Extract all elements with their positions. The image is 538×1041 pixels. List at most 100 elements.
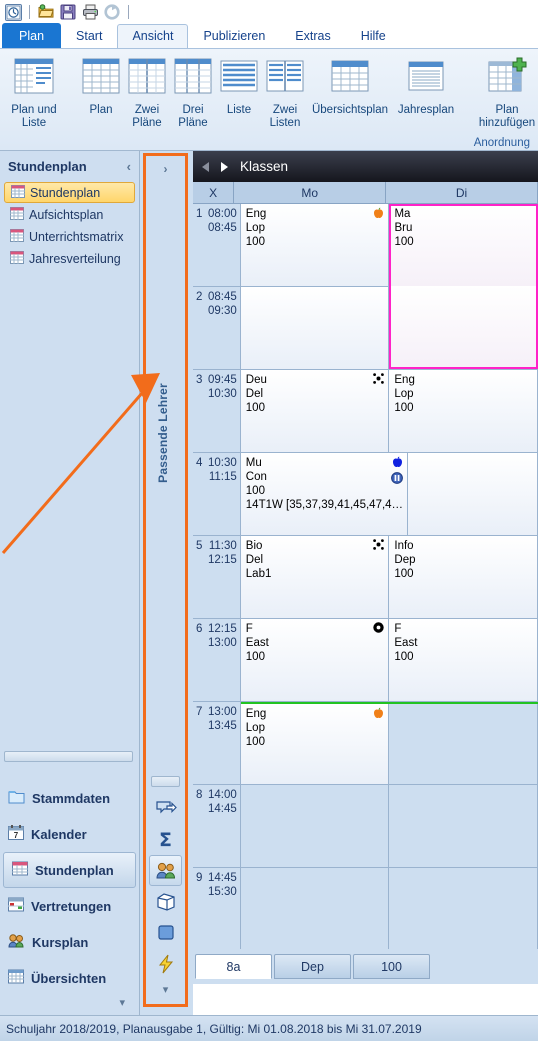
sidebar-item-jahresverteilung[interactable]: Jahresverteilung <box>4 248 135 269</box>
lesson-cell-di-9[interactable] <box>389 868 538 949</box>
tab-plan[interactable]: Plan <box>2 23 62 48</box>
lesson-cell-mo-6[interactable]: F East 100 <box>240 619 390 701</box>
lesson-cell-mo-4[interactable]: Mu Con 100 14T1W [35,37,39,41,45,47,4… <box>240 453 409 535</box>
timetable-title: Klassen <box>240 159 289 174</box>
sidebar-item-uebersichten[interactable]: Übersichten <box>0 960 139 996</box>
chevron-left-icon[interactable]: ‹ <box>127 159 131 174</box>
sidebar-item-stundenplan[interactable]: Stundenplan <box>4 182 135 203</box>
lesson-weeks: 14T1W [35,37,39,41,45,47,4… <box>245 499 404 511</box>
pause-circle-icon <box>391 472 403 488</box>
table-row: 9 14:45 15:30 <box>193 868 538 949</box>
ribbon-button-drei-plaene[interactable]: Drei Pläne <box>170 53 216 130</box>
tab-8a[interactable]: 8a <box>195 954 272 979</box>
sidebar-item-kalender[interactable]: 7 Kalender <box>0 816 139 852</box>
period-number: 8 <box>196 789 203 801</box>
untis-logo-icon[interactable] <box>3 2 23 22</box>
column-header-x[interactable]: X <box>193 182 235 203</box>
period-cell: 3 09:45 10:30 <box>193 370 241 452</box>
lesson-cell-di-8[interactable] <box>389 785 538 867</box>
sidebar-item-stundenplan-nav[interactable]: Stundenplan <box>3 852 136 888</box>
people-icon[interactable] <box>149 855 182 886</box>
save-icon[interactable] <box>58 2 78 22</box>
timetable: Klassen X Mo Di 1 08:00 08:45 Eng Lop 100 <box>193 151 538 1015</box>
period-cell: 7 13:00 13:45 <box>193 702 241 784</box>
grid-icon <box>11 184 25 201</box>
ribbon-button-plan-und-liste[interactable]: Plan und Liste <box>0 53 68 130</box>
lesson-cell-mo-1[interactable]: Eng Lop 100 <box>240 204 390 286</box>
ribbon-button-label: Drei Pläne <box>178 104 208 129</box>
blue-square-icon[interactable] <box>149 917 182 948</box>
lesson-cell-di-2[interactable] <box>389 286 538 369</box>
tab-start[interactable]: Start <box>61 24 117 48</box>
sidebar-item-stammdaten[interactable]: Stammdaten <box>0 780 139 816</box>
ribbon-button-label: Plan hinzufügen <box>478 104 536 129</box>
panel-slot[interactable] <box>151 776 180 787</box>
blue-apple-icon <box>392 456 403 472</box>
open-folder-icon[interactable] <box>36 2 56 22</box>
cube-icon[interactable] <box>149 886 182 917</box>
lesson-cell-di-1[interactable]: Ma Bru 100 <box>389 204 538 287</box>
sidebar-item-label: Stundenplan <box>35 862 114 878</box>
prev-triangle-icon[interactable] <box>199 160 213 174</box>
lesson-cell-mo-8[interactable] <box>240 785 390 867</box>
lesson-cell-mo-3[interactable]: Deu Del 100 <box>240 370 390 452</box>
ribbon-button-liste[interactable]: Liste <box>216 53 262 117</box>
panel-expand-chevron-icon[interactable]: › <box>146 156 185 182</box>
period-cell: 9 14:45 15:30 <box>193 868 241 949</box>
table-row: 6 12:15 13:00 F East 100 F East 100 <box>193 619 538 702</box>
sidebar-more-chevron-icon[interactable]: ▾ <box>0 996 139 1009</box>
lesson-teacher: Del <box>245 554 264 566</box>
ribbon-button-jahresplan[interactable]: Jahresplan <box>392 53 460 117</box>
main-area: Stundenplan ‹ Stundenplan Aufsichtsplan … <box>0 151 538 1015</box>
tab-extras[interactable]: Extras <box>280 24 345 48</box>
table-row: 7 13:00 13:45 Eng Lop 100 <box>193 702 538 785</box>
panel-more-chevron-icon[interactable]: ▾ <box>149 983 182 996</box>
lesson-room: 100 <box>394 402 414 414</box>
ribbon-button-uebersichtsplan[interactable]: Übersichtsplan <box>308 53 392 117</box>
overview-plan-icon <box>330 56 370 100</box>
next-triangle-icon[interactable] <box>217 160 231 174</box>
calendar-icon: 7 <box>8 825 24 843</box>
sigma-icon[interactable]: Σ <box>149 824 182 855</box>
print-icon[interactable] <box>80 2 100 22</box>
ribbon-button-zwei-listen[interactable]: Zwei Listen <box>262 53 308 130</box>
sidebar-title: Stundenplan <box>8 158 87 174</box>
tab-publizieren[interactable]: Publizieren <box>188 24 280 48</box>
timetable-title-bar: Klassen <box>193 151 538 182</box>
tab-hilfe[interactable]: Hilfe <box>346 24 401 48</box>
ribbon-group-label: Anordnung <box>473 137 530 149</box>
lesson-cell-mo-9[interactable] <box>240 868 390 949</box>
period-number: 2 <box>196 291 203 303</box>
sidebar-navigation: Stammdaten 7 Kalender Stundenplan Vertre… <box>0 780 139 1015</box>
ribbon-button-plan-hinzufuegen[interactable]: Plan hinzufügen <box>470 53 538 130</box>
lesson-cell-di-5[interactable]: Info Dep 100 <box>389 536 538 618</box>
lesson-cell-di-6[interactable]: F East 100 <box>389 619 538 701</box>
sidebar-item-aufsichtsplan[interactable]: Aufsichtsplan <box>4 204 135 225</box>
ribbon-button-label: Jahresplan <box>397 104 455 116</box>
ribbon-button-zwei-plaene[interactable]: Zwei Pläne <box>124 53 170 130</box>
lesson-room: 100 <box>394 651 414 663</box>
lesson-cell-mo-2[interactable] <box>240 287 390 369</box>
sidebar-item-vertretungen[interactable]: Vertretungen <box>0 888 139 924</box>
lightning-icon[interactable] <box>149 948 182 979</box>
lesson-teacher: Con <box>245 471 267 483</box>
toolbar-separator <box>29 5 30 19</box>
lesson-cell-di-4[interactable] <box>408 453 538 535</box>
tab-dep[interactable]: Dep <box>274 954 351 979</box>
lesson-cell-di-7[interactable] <box>389 704 538 784</box>
lesson-cell-di-3[interactable]: Eng Lop 100 <box>389 370 538 452</box>
lesson-cell-mo-7[interactable]: Eng Lop 100 <box>240 704 390 784</box>
speech-bubble-arrow-icon[interactable] <box>149 793 182 824</box>
sidebar-splitter[interactable] <box>4 751 133 762</box>
sidebar-item-unterrichtsmatrix[interactable]: Unterrichtsmatrix <box>4 226 135 247</box>
tab-100[interactable]: 100 <box>353 954 430 979</box>
ribbon-button-plan[interactable]: Plan <box>78 53 124 117</box>
column-header-mo[interactable]: Mo <box>234 182 387 203</box>
lesson-subject: Deu <box>245 374 267 386</box>
cluster-icon <box>373 539 385 554</box>
column-header-di[interactable]: Di <box>386 182 538 203</box>
grid-icon <box>10 228 24 245</box>
sidebar-item-kursplan[interactable]: Kursplan <box>0 924 139 960</box>
lesson-cell-mo-5[interactable]: Bio Del Lab1 <box>240 536 390 618</box>
tab-ansicht[interactable]: Ansicht <box>117 24 189 48</box>
